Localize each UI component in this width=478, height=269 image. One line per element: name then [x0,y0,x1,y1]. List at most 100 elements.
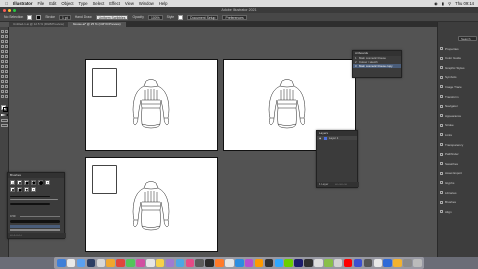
dock-app-icon[interactable] [155,258,165,268]
dock-app-icon[interactable] [175,258,185,268]
brush-stroke-sample[interactable] [10,199,58,201]
dock-app-icon[interactable] [373,258,382,268]
menu-type[interactable]: Type [79,1,88,6]
dock-app-icon[interactable] [96,258,106,268]
fill-swatch[interactable] [27,14,33,20]
dock-app-icon[interactable] [195,258,204,268]
menu-edit[interactable]: Edit [49,1,56,6]
minimize-window-icon[interactable] [8,8,11,12]
panel-item-libraries[interactable]: Libraries [440,190,457,195]
panel-item-brushes[interactable]: Brushes [440,200,456,205]
brush-swatch[interactable] [10,180,15,185]
dock-app-icon[interactable] [413,258,422,268]
panel-item-swatches[interactable]: Swatches [440,161,458,166]
apple-icon[interactable]:  [5,1,8,6]
layer-row[interactable]: ◉ Layer 1 [317,136,357,140]
color-mode-icons[interactable] [1,114,8,116]
dock-app-icon[interactable] [274,258,284,268]
brush-swatch[interactable] [10,187,15,192]
menu-select[interactable]: Select [93,1,105,6]
battery-icon[interactable]: ▮ [442,1,444,6]
panel-item-glyphs[interactable]: Glyphs [440,180,454,185]
menu-file[interactable]: File [37,1,44,6]
artboard-row-selected[interactable]: 3 Main cosmetic blouse copy [353,64,401,68]
dock-app-icon[interactable] [244,258,254,268]
brush-swatch[interactable] [24,187,29,192]
brushes-footer-icons[interactable]: □ □ □ □ □ [8,233,66,238]
dock-app-icon[interactable] [264,258,274,268]
wifi-icon[interactable]: ◉ [434,1,438,6]
pencil-tool-icon[interactable] [1,55,4,58]
dock-app-icon[interactable] [165,258,175,268]
menu-app-name[interactable]: Illustrator [13,1,32,6]
brush-definition-field[interactable]: Uniform Scribbles [95,14,129,20]
rectangle-tool-icon[interactable] [1,50,4,53]
symbol-sprayer-tool-icon[interactable] [1,85,4,88]
brush-swatch[interactable] [38,180,43,185]
dock-app-icon[interactable] [106,258,115,268]
brush-stroke-sample[interactable] [10,203,50,205]
artboard-tool-icon[interactable] [1,90,4,93]
dock-app-icon[interactable] [333,258,343,268]
close-window-icon[interactable] [3,8,6,12]
brush-stroke-sample[interactable] [10,196,50,197]
eraser-tool-icon[interactable] [5,55,8,58]
menu-object[interactable]: Object [61,1,73,6]
panel-item-symbols[interactable]: Symbols [440,75,457,80]
panel-item-color-guide[interactable]: Color Guide [440,56,461,61]
brush-swatch[interactable] [31,180,36,185]
dock-app-icon[interactable] [343,258,353,268]
dock-app-icon[interactable] [146,258,155,268]
lasso-tool-icon[interactable] [5,35,8,38]
dock-app-icon[interactable] [235,258,244,268]
perspective-grid-tool-icon[interactable] [5,70,8,73]
preferences-button[interactable]: Preferences [222,14,247,20]
stroke-color-icon[interactable] [3,107,8,112]
panel-item-asset-export[interactable]: Asset Export [440,171,462,176]
brush-swatch[interactable] [24,180,29,185]
menu-window[interactable]: Window [139,1,154,6]
dock-app-icon[interactable] [314,258,323,268]
dock-app-icon[interactable] [304,258,313,268]
shape-builder-tool-icon[interactable] [1,70,4,73]
brush-stroke-sample[interactable] [10,220,60,223]
style-swatch[interactable] [178,14,184,20]
paintbrush-tool-icon[interactable] [5,50,8,53]
panel-item-stroke[interactable]: Stroke [440,123,454,128]
brush-swatch[interactable] [31,187,36,192]
brush-size-slider[interactable] [20,216,60,217]
opacity-field[interactable]: 100% [147,14,163,20]
dock-app-icon[interactable] [126,258,135,268]
scale-tool-icon[interactable] [5,60,8,63]
dock-app-icon[interactable] [185,258,195,268]
drawing-modes-icon[interactable] [1,119,8,122]
panel-item-pathfinder[interactable]: Pathfinder [440,152,459,157]
brush-swatch[interactable] [17,187,22,192]
dock-app-icon[interactable] [76,258,86,268]
width-tool-icon[interactable] [1,65,4,68]
gradient-tool-icon[interactable] [5,75,8,78]
menubar-clock[interactable]: Thu 09:14 [455,1,474,6]
dock-app-icon[interactable] [353,258,363,268]
slice-tool-icon[interactable] [5,90,8,93]
dock-app-icon[interactable] [403,258,412,268]
dock-app-icon[interactable] [284,258,293,268]
type-tool-icon[interactable] [1,45,4,48]
dock-app-icon[interactable] [383,258,392,268]
hand-tool-icon[interactable] [1,95,4,98]
dock-app-icon[interactable] [86,258,96,268]
panel-item-image-trace[interactable]: Image Trace [440,84,462,89]
zoom-tool-icon[interactable] [5,95,8,98]
panel-item-transform[interactable]: Transform [440,94,459,99]
column-graph-tool-icon[interactable] [5,85,8,88]
tab-blouse[interactable]: blouse.ai* @ 25 % (CMYK/Preview) [68,22,126,27]
brush-row-selected[interactable] [10,225,60,228]
curvature-tool-icon[interactable] [5,40,8,43]
rotate-tool-icon[interactable] [1,60,4,63]
dock-app-icon[interactable] [393,258,402,268]
menu-help[interactable]: Help [159,1,168,6]
menu-effect[interactable]: Effect [109,1,120,6]
selection-tool-icon[interactable] [1,30,4,33]
menu-view[interactable]: View [125,1,134,6]
document-setup-button[interactable]: Document Setup [187,14,219,20]
